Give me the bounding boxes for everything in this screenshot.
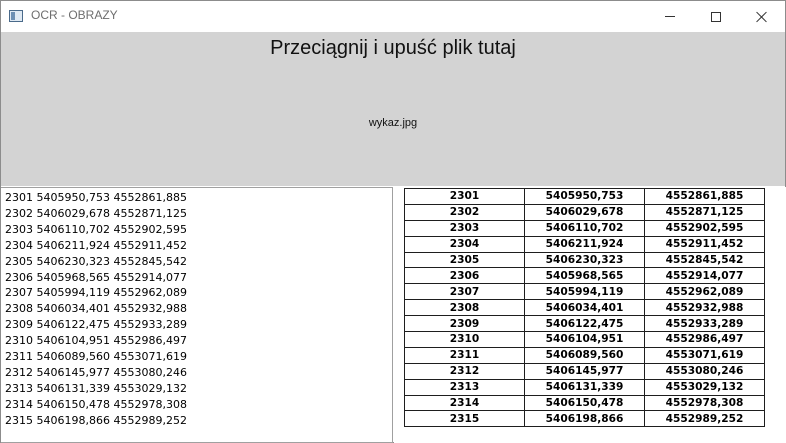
coordinates-table-panel: 2301 5405950,753 4552861,885 2302 5406029,67…: [394, 187, 786, 443]
x-coordinate-cell[interactable]: 5406150,478: [524, 394, 645, 412]
y-coordinate-cell[interactable]: 4552861,885: [644, 188, 765, 205]
y-coordinate-cell[interactable]: 4552989,252: [644, 410, 765, 428]
y-coordinate-cell[interactable]: 4552933,289: [644, 315, 765, 333]
table-row[interactable]: 2308 5406034,401 4552932,988: [404, 299, 765, 317]
dropped-file-name: wykaz.jpg: [368, 117, 418, 129]
y-coordinate-cell[interactable]: 4552914,077: [644, 267, 765, 285]
table-row[interactable]: 2314 5406150,478 4552978,308: [404, 394, 765, 412]
x-coordinate-cell[interactable]: 5406198,866: [524, 410, 645, 428]
y-coordinate-cell[interactable]: 4553071,619: [644, 346, 765, 364]
y-coordinate-cell[interactable]: 4552986,497: [644, 331, 765, 348]
ocr-text-line: 2312 5406145,977 4553080,246: [5, 365, 187, 379]
ocr-text-line: 2307 5405994,119 4552962,089: [5, 286, 187, 300]
ocr-text-line: 2315 5406198,866 4552989,252: [5, 413, 187, 427]
ocr-text-line: 2301 5405950,753 4552861,885: [5, 191, 187, 204]
ocr-text-line: 2306 5405968,565 4552914,077: [5, 270, 187, 284]
table-row[interactable]: 2301 5405950,753 4552861,885: [404, 188, 765, 205]
ocr-text-line: 2310 5406104,951 4552986,497: [5, 334, 187, 348]
point-number-cell[interactable]: 2304: [404, 235, 525, 253]
y-coordinate-cell[interactable]: 4552911,452: [644, 235, 765, 253]
title-bar[interactable]: OCR - OBRAZY: [1, 1, 785, 32]
close-icon: [756, 11, 768, 23]
coordinates-table: 2301 5405950,753 4552861,885 2302 5406029,67…: [404, 188, 765, 428]
point-number-cell[interactable]: 2309: [404, 315, 525, 333]
x-coordinate-cell[interactable]: 5406110,702: [524, 219, 645, 237]
minimize-button[interactable]: [647, 1, 693, 32]
table-row[interactable]: 2306 5405968,565 4552914,077: [404, 267, 765, 285]
table-row[interactable]: 2304 5406211,924 4552911,452: [404, 235, 765, 253]
ocr-text-line: 2311 5406089,560 4553071,619: [5, 350, 187, 364]
ocr-text-line: 2303 5406110,702 4552902,595: [5, 222, 187, 236]
ocr-text-line: 2302 5406029,678 4552871,125: [5, 206, 187, 220]
app-window-icon: [9, 10, 23, 22]
x-coordinate-cell[interactable]: 5406089,560: [524, 346, 645, 364]
y-coordinate-cell[interactable]: 4553029,132: [644, 378, 765, 396]
y-coordinate-cell[interactable]: 4552871,125: [644, 203, 765, 221]
table-row[interactable]: 2305 5406230,323 4552845,542: [404, 251, 765, 269]
point-number-cell[interactable]: 2308: [404, 299, 525, 317]
point-number-cell[interactable]: 2311: [404, 346, 525, 364]
close-button[interactable]: [739, 1, 785, 32]
y-coordinate-cell[interactable]: 4552845,542: [644, 251, 765, 269]
point-number-cell[interactable]: 2314: [404, 394, 525, 412]
x-coordinate-cell[interactable]: 5406034,401: [524, 299, 645, 317]
x-coordinate-cell[interactable]: 5406104,951: [524, 331, 645, 348]
ocr-text-line: 2305 5406230,323 4552845,542: [5, 254, 187, 268]
minimize-icon: [665, 16, 675, 17]
app-window: OCR - OBRAZY Przeciągnij i upuść plik tu…: [0, 0, 786, 443]
table-row[interactable]: 2312 5406145,977 4553080,246: [404, 362, 765, 380]
ocr-text-line: 2308 5406034,401 4552932,988: [5, 302, 187, 316]
y-coordinate-cell[interactable]: 4552932,988: [644, 299, 765, 317]
point-number-cell[interactable]: 2312: [404, 362, 525, 380]
table-row[interactable]: 2307 5405994,119 4552962,089: [404, 283, 765, 301]
ocr-text-line: 2304 5406211,924 4552911,452: [5, 238, 187, 252]
table-row[interactable]: 2313 5406131,339 4553029,132: [404, 378, 765, 396]
y-coordinate-cell[interactable]: 4552902,595: [644, 219, 765, 237]
x-coordinate-cell[interactable]: 5406029,678: [524, 203, 645, 221]
window-title: OCR - OBRAZY: [31, 8, 118, 22]
x-coordinate-cell[interactable]: 5405968,565: [524, 267, 645, 285]
point-number-cell[interactable]: 2315: [404, 410, 525, 428]
y-coordinate-cell[interactable]: 4552978,308: [644, 394, 765, 412]
table-row[interactable]: 2311 5406089,560 4553071,619: [404, 346, 765, 364]
ocr-text-line: 2314 5406150,478 4552978,308: [5, 397, 187, 411]
maximize-icon: [711, 11, 721, 22]
table-row[interactable]: 2310 5406104,951 4552986,497: [404, 331, 765, 348]
x-coordinate-cell[interactable]: 5405994,119: [524, 283, 645, 301]
ocr-text-line: 2309 5406122,475 4552933,289: [5, 318, 187, 332]
maximize-button[interactable]: [693, 1, 739, 32]
x-coordinate-cell[interactable]: 5406145,977: [524, 362, 645, 380]
point-number-cell[interactable]: 2313: [404, 378, 525, 396]
y-coordinate-cell[interactable]: 4553080,246: [644, 362, 765, 380]
y-coordinate-cell[interactable]: 4552962,089: [644, 283, 765, 301]
x-coordinate-cell[interactable]: 5405950,753: [524, 188, 645, 205]
table-row[interactable]: 2302 5406029,678 4552871,125: [404, 203, 765, 221]
point-number-cell[interactable]: 2305: [404, 251, 525, 269]
table-row[interactable]: 2303 5406110,702 4552902,595: [404, 219, 765, 237]
x-coordinate-cell[interactable]: 5406122,475: [524, 315, 645, 333]
point-number-cell[interactable]: 2306: [404, 267, 525, 285]
table-row[interactable]: 2309 5406122,475 4552933,289: [404, 315, 765, 333]
point-number-cell[interactable]: 2303: [404, 219, 525, 237]
point-number-cell[interactable]: 2302: [404, 203, 525, 221]
point-number-cell[interactable]: 2310: [404, 331, 525, 348]
point-number-cell[interactable]: 2307: [404, 283, 525, 301]
drop-zone-heading: Przeciągnij i upuść plik tutaj: [270, 37, 516, 59]
ocr-text-line: 2313 5406131,339 4553029,132: [5, 381, 187, 395]
x-coordinate-cell[interactable]: 5406230,323: [524, 251, 645, 269]
x-coordinate-cell[interactable]: 5406211,924: [524, 235, 645, 253]
ocr-text-lines: 2301 5405950,753 4552861,885 2302 5406029…: [5, 190, 187, 429]
table-row[interactable]: 2315 5406198,866 4552989,252: [404, 410, 765, 428]
file-drop-zone[interactable]: Przeciągnij i upuść plik tutaj wykaz.jpg: [1, 32, 785, 186]
ocr-text-output[interactable]: 2301 5405950,753 4552861,885 2302 5406029…: [1, 187, 393, 443]
x-coordinate-cell[interactable]: 5406131,339: [524, 378, 645, 396]
point-number-cell[interactable]: 2301: [404, 188, 525, 205]
